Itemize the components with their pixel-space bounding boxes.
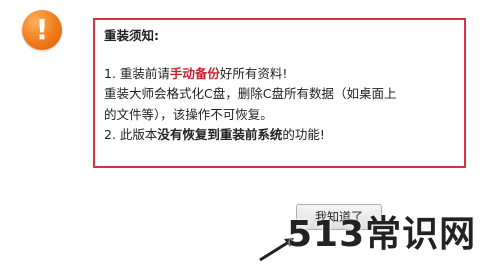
notice-desc-line-1: 重装大师会格式化C盘，删除C盘所有数据（如桌面上 xyxy=(104,86,397,101)
no-restore-emphasis: 没有恢复到重装前系统 xyxy=(157,127,283,142)
notice-title: 重装须知: xyxy=(104,28,159,43)
notice-desc-line-2: 的文件等），该操作不可恢复。 xyxy=(104,106,273,122)
warning-icon: ! xyxy=(22,10,62,50)
backup-highlight: 手动备份 xyxy=(169,65,220,81)
notice-box: 重装须知: 1. 重装前请手动备份好所有资料! 重装大师会格式化C盘，删除C盘所… xyxy=(93,18,466,168)
notice-content: 重装须知: 1. 重装前请手动备份好所有资料! 重装大师会格式化C盘，删除C盘所… xyxy=(104,26,456,146)
notice-item-2: 2. 此版本没有恢复到重装前系统的功能! xyxy=(104,127,325,142)
watermark-logo: 513常识网 xyxy=(287,214,477,255)
reinstall-notice-dialog: ! 重装须知: 1. 重装前请手动备份好所有资料! 重装大师会格式化C盘，删除C… xyxy=(0,0,488,265)
notice-item-1: 1. 重装前请手动备份好所有资料! xyxy=(104,65,288,81)
